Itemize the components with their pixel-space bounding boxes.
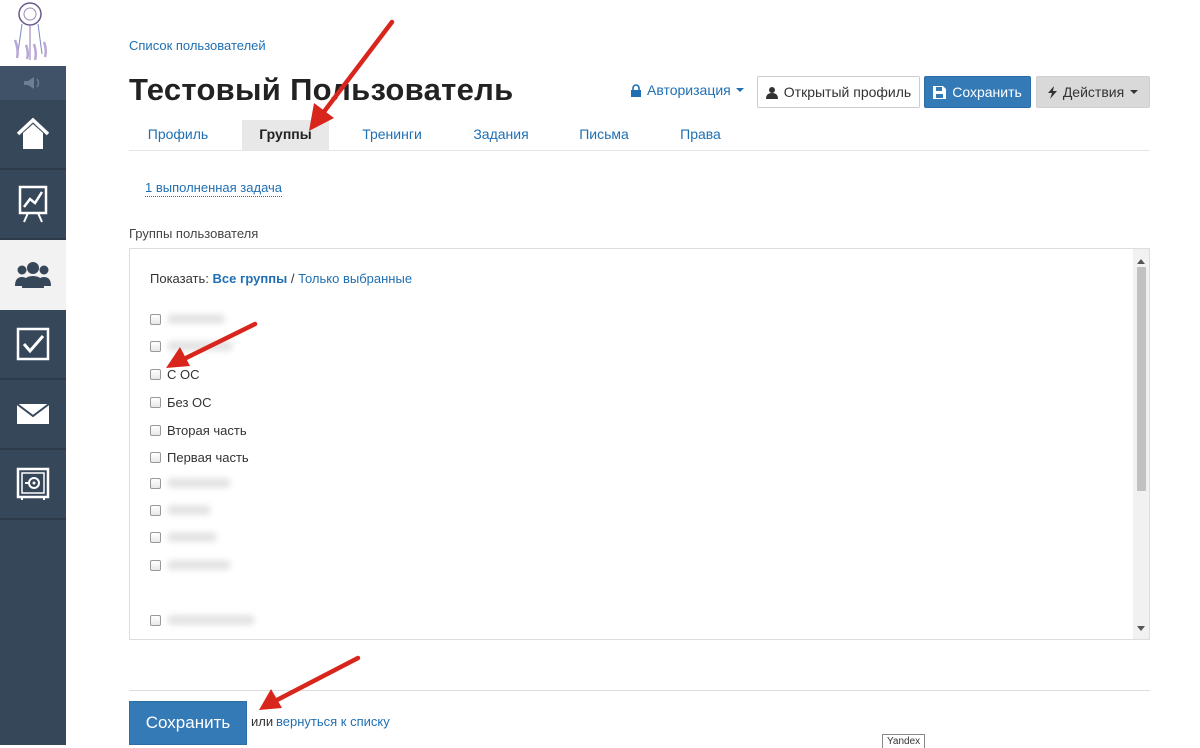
annotation-arrow-icon (259, 655, 361, 710)
actions-label: Действия (1062, 84, 1125, 100)
group-label: Первая часть (167, 449, 249, 465)
group-row[interactable]: Первая часть (150, 447, 249, 467)
authorization-dropdown[interactable]: Авторизация (630, 82, 744, 98)
breadcrumb-users-list[interactable]: Список пользователей (129, 38, 266, 53)
group-label: Вторая часть (167, 422, 247, 438)
group-row[interactable]: Без ОС (150, 392, 212, 412)
checkbox-icon (16, 327, 50, 361)
profile-tabs: Профиль Группы Тренинги Задания Письма П… (129, 120, 1150, 151)
group-label-blurred (167, 532, 217, 542)
tab-rights[interactable]: Права (664, 120, 737, 150)
group-row[interactable] (150, 500, 211, 520)
filter-separator: / (290, 271, 295, 286)
safe-icon (16, 467, 50, 500)
group-row[interactable]: Вторая часть (150, 420, 247, 440)
header-save-button[interactable]: Сохранить (924, 76, 1031, 108)
sidebar (0, 0, 66, 745)
sidebar-item-users[interactable] (0, 240, 66, 310)
open-profile-label: Открытый профиль (783, 84, 912, 100)
group-checkbox[interactable] (150, 396, 161, 408)
header-save-label: Сохранить (952, 84, 1022, 100)
tab-profile[interactable]: Профиль (129, 120, 227, 150)
group-checkbox[interactable] (150, 368, 161, 380)
group-checkbox[interactable] (150, 424, 161, 436)
group-label: С ОС (167, 366, 200, 382)
sidebar-item-tasks[interactable] (0, 310, 66, 380)
group-row[interactable] (150, 610, 255, 630)
mail-icon (16, 403, 50, 424)
speaker-icon (24, 77, 40, 89)
group-checkbox[interactable] (150, 504, 161, 516)
group-label-blurred (167, 314, 225, 324)
page-title: Тестовый Пользователь (129, 72, 514, 107)
sidebar-item-stats[interactable] (0, 170, 66, 240)
scroll-down-icon[interactable] (1137, 626, 1145, 631)
group-filter: Показать: Все группы / Только выбранные (150, 271, 412, 286)
user-groups-label: Группы пользователя (129, 226, 259, 241)
group-checkbox[interactable] (150, 477, 161, 489)
group-row[interactable] (150, 527, 217, 547)
open-profile-button[interactable]: Открытый профиль (757, 76, 920, 108)
group-checkbox[interactable] (150, 531, 161, 543)
scroll-up-icon[interactable] (1137, 259, 1145, 264)
scrollbar-thumb[interactable] (1137, 267, 1146, 491)
group-row[interactable] (150, 473, 231, 493)
lightning-icon (1047, 85, 1057, 99)
lock-icon (631, 83, 641, 97)
group-row[interactable] (150, 555, 231, 575)
or-text: или (251, 714, 274, 729)
group-checkbox[interactable] (150, 451, 161, 463)
group-label-blurred (167, 478, 231, 488)
yandex-tooltip: Yandex (882, 734, 926, 748)
tab-groups[interactable]: Группы (242, 120, 329, 150)
group-checkbox[interactable] (150, 340, 161, 352)
groups-scrollbar[interactable] (1133, 249, 1149, 639)
group-checkbox[interactable] (150, 559, 161, 571)
dreamcatcher-logo[interactable] (0, 0, 66, 66)
tab-tasks[interactable]: Задания (459, 120, 543, 150)
group-label-blurred (167, 615, 255, 625)
groups-list-panel: Показать: Все группы / Только выбранные … (129, 248, 1150, 640)
footer-divider (129, 690, 1150, 691)
show-label: Показать: (150, 271, 209, 286)
authorization-label: Авторизация (647, 82, 731, 98)
group-label-blurred (167, 560, 231, 570)
sidebar-item-mail[interactable] (0, 380, 66, 450)
chevron-down-icon (1130, 90, 1139, 94)
sidebar-item-home[interactable] (0, 100, 66, 170)
group-checkbox[interactable] (150, 313, 161, 325)
group-label: Без ОС (167, 394, 212, 410)
floppy-disk-icon (933, 85, 947, 99)
group-label-blurred (167, 505, 211, 515)
sidebar-item-safe[interactable] (0, 450, 66, 520)
announcement-bar[interactable] (0, 66, 66, 100)
chevron-down-icon (735, 88, 744, 92)
group-checkbox[interactable] (150, 614, 161, 626)
completed-tasks-link[interactable]: 1 выполненная задача (145, 180, 283, 197)
save-button[interactable]: Сохранить (129, 701, 247, 745)
home-icon (16, 117, 50, 149)
back-to-list-link[interactable]: вернуться к списку (276, 714, 390, 729)
users-icon (15, 262, 51, 288)
chart-board-icon (18, 185, 48, 223)
user-icon (765, 86, 778, 99)
actions-dropdown-button[interactable]: Действия (1036, 76, 1150, 108)
tab-letters[interactable]: Письма (566, 120, 642, 150)
group-row[interactable] (150, 336, 233, 356)
group-label-blurred (167, 341, 233, 351)
filter-all-groups-link[interactable]: Все группы (213, 271, 288, 286)
tab-trainings[interactable]: Тренинги (347, 120, 437, 150)
group-row[interactable] (150, 309, 225, 329)
filter-selected-only-link[interactable]: Только выбранные (298, 271, 412, 286)
group-row[interactable]: С ОС (150, 364, 200, 384)
